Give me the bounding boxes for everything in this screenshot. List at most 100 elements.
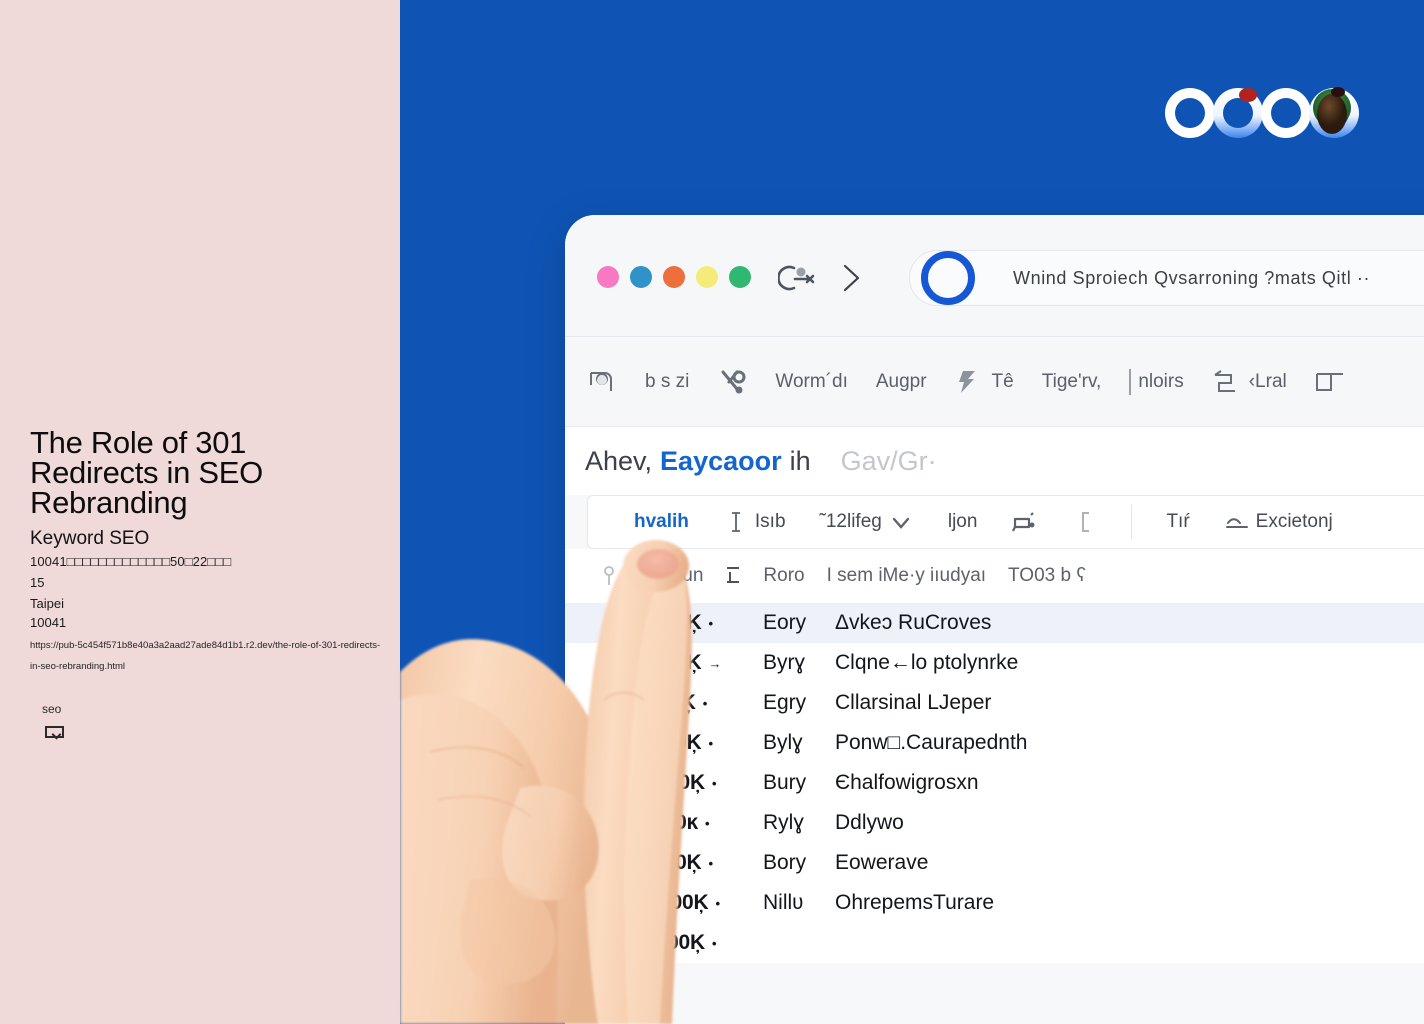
filter-chip-label: ljon: [947, 511, 978, 532]
toolbar-item-5[interactable]: Tê: [955, 369, 1014, 395]
toolbar-item-2[interactable]: [717, 369, 747, 395]
table-row[interactable]: 8Ķ 00Ķ •: [565, 923, 1424, 963]
cell-volume: 80 00Ķ •: [635, 731, 763, 755]
window-controls[interactable]: [597, 266, 751, 288]
volume-value: Ƃ2 00Ķ: [635, 771, 705, 794]
dot-orange-icon[interactable]: [663, 266, 685, 288]
table-row[interactable]: 32 00Ķ • Bory Eowerave: [565, 843, 1424, 883]
scissors-icon: [721, 370, 746, 393]
filter-chip-label: Excietonj: [1255, 511, 1333, 532]
panel-icon: [1315, 372, 1343, 391]
dot-pink-icon[interactable]: [597, 266, 619, 288]
table-row[interactable]: 68 00Ķ • Eory Δvkeɔ RuCroves: [565, 603, 1424, 643]
toolbar-item-label: Worm´dı: [775, 370, 848, 392]
toolbar-item-1[interactable]: b s zi: [645, 371, 689, 393]
wave-icon: [1225, 518, 1248, 528]
subheader-item-3[interactable]: TO03 b ʕ: [1008, 565, 1086, 587]
cell-kd: Byrɣ: [763, 651, 806, 674]
table-row[interactable]: 80 00Ķ • Bylɣ Ponw□.Caurapednth: [565, 723, 1424, 763]
table-row[interactable]: 8I 00Ķ • Egry Cllarsinal LJeper: [565, 683, 1424, 723]
bracket-icon: [1082, 512, 1090, 532]
cursor-text-icon: [731, 512, 740, 532]
cell-kd: Egry: [763, 691, 807, 714]
subheader-item-0[interactable]: Hly oun: [639, 565, 703, 587]
address-line: 10041□□□□□□□□□□□□□50□22□□□: [30, 554, 232, 569]
trend-arrow-icon: •: [702, 695, 708, 711]
cell-kd: Eory: [763, 611, 807, 634]
table-row[interactable]: Ƃ2 00Ķ • Bury Єhalfowigrosxn: [565, 763, 1424, 803]
heading-prefix: Ahev,: [585, 445, 653, 476]
subheader-item-1[interactable]: Roro: [763, 565, 804, 587]
trend-arrow-icon: •: [708, 735, 714, 751]
brand-logo: [1165, 87, 1359, 138]
speech-bubble-icon: [1012, 512, 1035, 532]
trend-arrow-icon: •: [708, 615, 714, 631]
filter-bar[interactable]: hvalih Isıb ˜12lifeg ljon Tıŕ Excietonj: [587, 495, 1424, 549]
toolbar-item-8[interactable]: ‹Lral: [1212, 369, 1287, 395]
browser-toolbar[interactable]: b s zi Worm´dı Augpr Tê Tige'rv, nloirs …: [565, 337, 1424, 427]
filter-chip-6[interactable]: Tıŕ: [1166, 511, 1189, 533]
chevron-down-icon: [892, 517, 910, 529]
filter-chip-1[interactable]: Isıb: [723, 511, 786, 533]
table-row[interactable]: 17 00ĸ • Rylɣ Ddlywo: [565, 803, 1424, 843]
small-glyph-icon: [604, 566, 614, 585]
toolbar-item-label: ‹Lral: [1248, 370, 1287, 392]
toolbar-item-label: Augpr: [875, 370, 927, 392]
flag-icon: [958, 370, 975, 393]
trend-arrow-icon: •: [711, 775, 717, 791]
browser-window: Wnind Sproiech Qvsarroning ?mats Qitl ··…: [565, 215, 1424, 1024]
left-info-panel: The Role of 301 Redirects in SEO Rebrand…: [0, 0, 400, 1024]
filter-chip-7[interactable]: Excietonj: [1224, 511, 1333, 533]
cell-volume: 8Ķ 00Ķ •: [635, 931, 763, 955]
cell-term: Єhalfowigrosxn: [835, 771, 979, 794]
toolbar-item-9[interactable]: [1315, 369, 1345, 395]
heading-suffix: ih: [789, 445, 811, 476]
cell-kd: Rylɣ: [763, 811, 804, 834]
trend-arrow-icon: •: [712, 935, 717, 951]
toolbar-item-label: b s zi: [645, 370, 690, 392]
trend-arrow-icon: •: [715, 895, 721, 911]
filter-chip-3[interactable]: ljon: [948, 511, 978, 533]
filter-chip-label: Isıb: [754, 511, 786, 532]
dot-green-icon[interactable]: [729, 266, 751, 288]
subheader-item-2[interactable]: I sem iMe·y iıudyaı: [827, 565, 986, 587]
cell-term: Cllarsinal LJeper: [835, 691, 992, 714]
address-bar[interactable]: Wnind Sproiech Qvsarroning ?mats Qitl ··: [909, 250, 1424, 306]
filter-chip-active[interactable]: hvalih: [634, 511, 689, 533]
trend-arrow-icon: →: [708, 655, 722, 671]
filter-chip-label: Tıŕ: [1166, 511, 1190, 532]
dot-blue-icon[interactable]: [630, 266, 652, 288]
table-subheader: Hly oun Roro I sem iMe·y iıudyaı TO03 b …: [565, 549, 1424, 603]
layers-icon: [1214, 369, 1235, 392]
source-url[interactable]: https://pub-5c454f571b8e40a3a2aad27ade84…: [30, 635, 382, 677]
keyword-label: Keyword SEO: [30, 528, 150, 549]
sort-icon[interactable]: [725, 565, 741, 587]
cell-kd: Nillʋ: [763, 891, 804, 914]
bookmark-shape-icon: [590, 371, 612, 391]
toolbar-item-0[interactable]: [587, 369, 617, 395]
filter-divider: [1131, 505, 1133, 539]
toolbar-item-4[interactable]: Augpr: [876, 371, 927, 393]
table-row[interactable]: SO 00Ķ • Nillʋ OhrepemsTurare: [565, 883, 1424, 923]
pipe-divider-icon: [1129, 368, 1132, 395]
postal-code: 10041: [30, 615, 67, 630]
filter-chip-2[interactable]: ˜12lifeg: [820, 511, 914, 533]
filter-chip-5[interactable]: [1071, 511, 1097, 533]
filter-chip-4[interactable]: [1011, 511, 1037, 533]
toolbar-item-6[interactable]: Tige'rv,: [1042, 371, 1102, 393]
cell-kd: Bury: [763, 771, 807, 794]
volume-value: 8Ķ 00Ķ: [635, 931, 706, 954]
toolbar-item-7[interactable]: nloirs: [1129, 368, 1184, 395]
cell-volume: 8I 00Ķ •: [635, 691, 763, 715]
dot-yellow-icon[interactable]: [696, 266, 718, 288]
cell-kd: Bory: [763, 851, 807, 874]
trend-arrow-icon: •: [705, 815, 710, 831]
results-table: 68 00Ķ • Eory Δvkeɔ RuCroves 13 00Ķ → Byrɣ…: [565, 603, 1424, 963]
back-arrow-icon[interactable]: [778, 264, 816, 292]
trend-arrow-icon: •: [708, 855, 714, 871]
chevron-right-icon[interactable]: [840, 263, 862, 293]
table-row[interactable]: 13 00Ķ → Byrɣ Clqne←lo ptolynrke: [565, 643, 1424, 683]
toolbar-item-3[interactable]: Worm´dı: [775, 371, 847, 393]
volume-value: 17 00ĸ: [635, 811, 699, 834]
filter-chip-label: hvalih: [634, 511, 689, 532]
